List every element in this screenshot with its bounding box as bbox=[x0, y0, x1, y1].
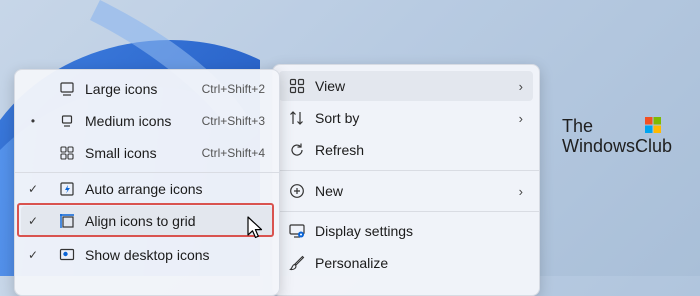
submenu-item-auto-arrange[interactable]: ✓ Auto arrange icons bbox=[21, 174, 273, 204]
chevron-right-icon: › bbox=[518, 78, 523, 94]
annotation-highlight-box bbox=[17, 203, 274, 237]
menu-item-label: Personalize bbox=[315, 255, 389, 271]
shortcut-label: Ctrl+Shift+2 bbox=[201, 82, 265, 96]
menu-item-refresh[interactable]: Refresh bbox=[279, 135, 533, 165]
checkmark-icon: ✓ bbox=[27, 248, 39, 262]
submenu-item-label: Small icons bbox=[85, 145, 157, 161]
medium-icons-icon bbox=[59, 113, 75, 129]
submenu-item-label: Show desktop icons bbox=[85, 247, 210, 263]
selected-bullet-icon: • bbox=[30, 114, 36, 128]
small-icons-icon bbox=[59, 145, 75, 161]
menu-item-label: Refresh bbox=[315, 142, 365, 158]
menu-item-new[interactable]: New › bbox=[279, 176, 533, 206]
show-desktop-icon bbox=[59, 247, 75, 263]
submenu-item-small-icons[interactable]: Small icons Ctrl+Shift+4 bbox=[21, 138, 273, 168]
menu-item-personalize[interactable]: Personalize bbox=[279, 248, 533, 278]
submenu-item-label: Auto arrange icons bbox=[85, 181, 203, 197]
desktop-context-menu: View › Sort by › Refresh New › Display s… bbox=[272, 64, 540, 296]
view-submenu: Large icons Ctrl+Shift+2 • Medium icons … bbox=[14, 69, 280, 296]
view-grid-icon bbox=[289, 78, 305, 94]
submenu-item-show-desktop-icons[interactable]: ✓ Show desktop icons bbox=[21, 240, 273, 270]
mouse-cursor-icon bbox=[247, 216, 263, 239]
shortcut-label: Ctrl+Shift+4 bbox=[201, 146, 265, 160]
brand-line-2: WindowsClub bbox=[562, 136, 673, 156]
menu-item-sort-by[interactable]: Sort by › bbox=[279, 103, 533, 133]
sort-icon bbox=[289, 110, 305, 126]
windows-logo-icon bbox=[645, 117, 661, 133]
chevron-right-icon: › bbox=[518, 183, 523, 199]
display-settings-icon bbox=[289, 223, 305, 239]
new-plus-icon bbox=[289, 183, 305, 199]
chevron-right-icon: › bbox=[518, 110, 523, 126]
menu-separator bbox=[15, 172, 279, 173]
refresh-icon bbox=[289, 142, 305, 158]
submenu-item-large-icons[interactable]: Large icons Ctrl+Shift+2 bbox=[21, 74, 273, 104]
menu-item-label: Sort by bbox=[315, 110, 360, 126]
menu-item-label: Display settings bbox=[315, 223, 414, 239]
menu-item-view[interactable]: View › bbox=[279, 71, 533, 101]
menu-item-label: New bbox=[315, 183, 344, 199]
large-icons-icon bbox=[59, 81, 75, 97]
menu-separator bbox=[273, 211, 539, 212]
submenu-item-label: Large icons bbox=[85, 81, 158, 97]
shortcut-label: Ctrl+Shift+3 bbox=[201, 114, 265, 128]
submenu-item-label: Medium icons bbox=[85, 113, 172, 129]
auto-arrange-icon bbox=[59, 181, 75, 197]
checkmark-icon: ✓ bbox=[27, 182, 39, 196]
personalize-brush-icon bbox=[289, 255, 305, 271]
menu-item-label: View bbox=[315, 78, 346, 94]
submenu-item-medium-icons[interactable]: • Medium icons Ctrl+Shift+3 bbox=[21, 106, 273, 136]
menu-item-display-settings[interactable]: Display settings bbox=[279, 216, 533, 246]
menu-separator bbox=[273, 170, 539, 171]
